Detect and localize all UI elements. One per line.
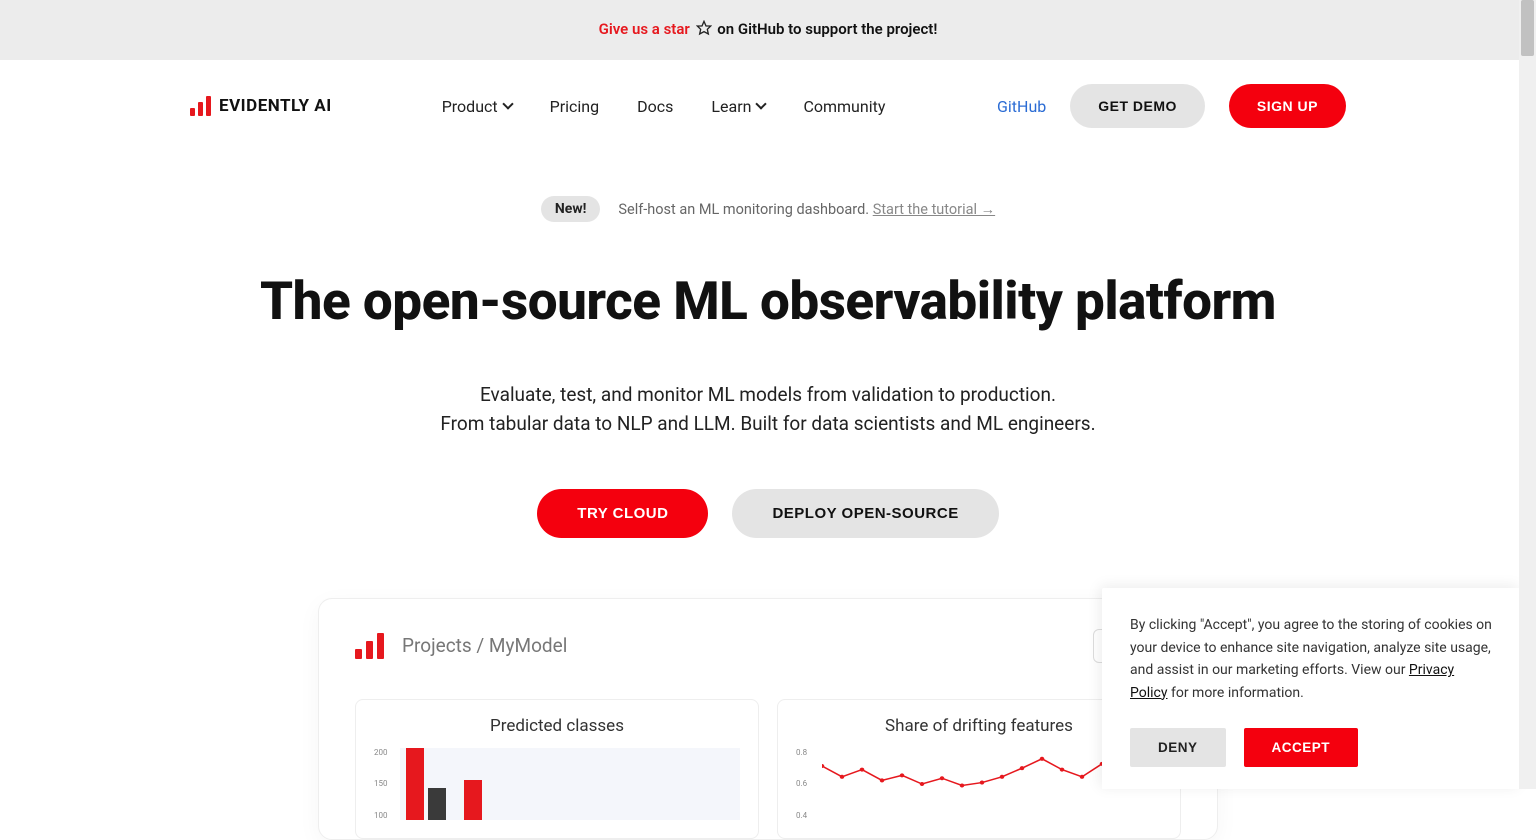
try-cloud-button[interactable]: TRY CLOUD bbox=[537, 489, 708, 538]
nav-learn[interactable]: Learn bbox=[711, 97, 765, 116]
get-demo-button[interactable]: GET DEMO bbox=[1070, 84, 1205, 128]
nav-pricing[interactable]: Pricing bbox=[550, 97, 600, 116]
deploy-opensource-button[interactable]: DEPLOY OPEN-SOURCE bbox=[732, 489, 998, 538]
bar bbox=[464, 780, 482, 820]
star-icon bbox=[696, 20, 712, 40]
breadcrumb[interactable]: Projects / MyModel bbox=[402, 634, 567, 657]
bar bbox=[428, 788, 446, 820]
brand-text: EVIDENTLY AI bbox=[219, 96, 332, 116]
banner-rest-text: on GitHub to support the project! bbox=[717, 20, 937, 38]
nav-product[interactable]: Product bbox=[442, 97, 512, 116]
main-nav: EVIDENTLY AI Product Pricing Docs Learn … bbox=[0, 60, 1536, 128]
chevron-down-icon bbox=[502, 98, 513, 109]
hero-ctas: TRY CLOUD DEPLOY OPEN-SOURCE bbox=[0, 489, 1536, 538]
dashboard-preview: Projects / MyModel Last 14 d Predicted c… bbox=[318, 598, 1218, 840]
nav-community[interactable]: Community bbox=[803, 97, 885, 116]
nav-docs[interactable]: Docs bbox=[637, 97, 673, 116]
charts-row: Predicted classes 200 150 100 Share of d… bbox=[355, 699, 1181, 839]
cookie-accept-button[interactable]: ACCEPT bbox=[1244, 728, 1359, 767]
notice-text: Self-host an ML monitoring dashboard. bbox=[618, 201, 869, 218]
cookie-consent: By clicking "Accept", you agree to the s… bbox=[1102, 588, 1520, 789]
banner-red-text: Give us a star bbox=[599, 20, 690, 38]
hero-title: The open-source ML observability platfor… bbox=[0, 270, 1536, 332]
bar-chart-area: 200 150 100 bbox=[400, 748, 740, 820]
cookie-text: By clicking "Accept", you agree to the s… bbox=[1130, 614, 1492, 704]
announcement-notice: New! Self-host an ML monitoring dashboar… bbox=[541, 196, 995, 222]
chart-predicted-classes: Predicted classes 200 150 100 bbox=[355, 699, 759, 839]
github-star-banner[interactable]: Give us a star on GitHub to support the … bbox=[0, 0, 1536, 60]
github-link[interactable]: GitHub bbox=[997, 97, 1046, 116]
dashboard-header: Projects / MyModel Last 14 d bbox=[355, 629, 1181, 663]
sign-up-button[interactable]: SIGN UP bbox=[1229, 84, 1346, 128]
nav-right: GitHub GET DEMO SIGN UP bbox=[997, 84, 1346, 128]
dashboard-logo-icon bbox=[355, 633, 384, 659]
brand-logo[interactable]: EVIDENTLY AI bbox=[190, 96, 332, 116]
hero-subtitle: Evaluate, test, and monitor ML models fr… bbox=[0, 380, 1536, 439]
chevron-down-icon bbox=[756, 98, 767, 109]
y-axis-labels: 200 150 100 bbox=[374, 748, 388, 820]
scrollbar-thumb[interactable] bbox=[1521, 0, 1534, 56]
scrollbar[interactable] bbox=[1519, 0, 1536, 789]
chart-title: Predicted classes bbox=[374, 716, 740, 736]
cookie-deny-button[interactable]: DENY bbox=[1130, 728, 1226, 767]
y-axis-labels: 0.8 0.6 0.4 bbox=[796, 748, 807, 820]
bar bbox=[406, 748, 424, 820]
new-badge: New! bbox=[541, 196, 601, 222]
notice-link[interactable]: Start the tutorial → bbox=[873, 201, 995, 218]
nav-links: Product Pricing Docs Learn Community bbox=[442, 97, 886, 116]
hero-section: New! Self-host an ML monitoring dashboar… bbox=[0, 196, 1536, 538]
logo-bars-icon bbox=[190, 96, 211, 116]
